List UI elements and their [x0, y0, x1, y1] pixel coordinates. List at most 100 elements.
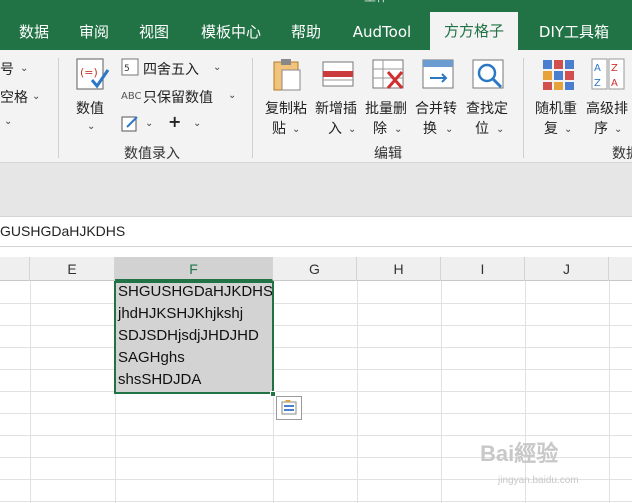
- batch-delete-label: 批量删: [365, 101, 407, 117]
- gridline-h: [0, 501, 632, 502]
- round-icon: 5: [121, 58, 139, 76]
- chevron-down-icon[interactable]: ⌄: [394, 124, 402, 135]
- gridline-h: [0, 325, 632, 326]
- group-separator: [58, 58, 59, 158]
- column-header-e[interactable]: E: [30, 257, 115, 281]
- watermark-text: Bai經验: [480, 441, 559, 466]
- gridline-v: [609, 281, 610, 503]
- quick-analysis-icon: [281, 400, 297, 415]
- title-fragment: 工作: [364, 0, 404, 4]
- column-header-i[interactable]: I: [441, 257, 525, 281]
- find-locate-label: 查找定: [466, 101, 508, 117]
- gridline-h: [0, 391, 632, 392]
- svg-text:(=): (=): [80, 66, 98, 79]
- formula-bar[interactable]: GUSHGDaHJKDHS: [0, 217, 632, 247]
- cell-grid[interactable]: SHGUSHGDaHJKDHS jhdHJKSHJKhjkshj SDJSDHj…: [0, 281, 632, 503]
- svg-text:5: 5: [124, 64, 130, 74]
- tab-diy-toolbox[interactable]: DIY工具箱: [525, 14, 623, 50]
- chevron-down-icon[interactable]: ⌄: [292, 124, 300, 135]
- column-header-f[interactable]: F: [115, 257, 273, 281]
- chevron-down-icon[interactable]: ⌄: [445, 124, 453, 135]
- formula-gap: [0, 247, 632, 257]
- edit-icon[interactable]: [121, 114, 139, 132]
- column-header-h[interactable]: H: [357, 257, 441, 281]
- chevron-down-icon[interactable]: ⌄: [4, 116, 12, 127]
- column-header-g[interactable]: G: [273, 257, 357, 281]
- gridline-h: [0, 303, 632, 304]
- gridline-v: [525, 281, 526, 503]
- add-insert-label-2: 入: [328, 121, 342, 137]
- insert-row-icon: [322, 61, 354, 87]
- gridline-h: [0, 413, 632, 414]
- tab-view[interactable]: 视图: [128, 14, 180, 50]
- ribbon-tab-bar: 工作 数据 审阅 视图 模板中心 帮助 AudTool 方方格子 DIY工具箱: [0, 0, 632, 50]
- number-entry-group-label: 数值录入: [124, 146, 180, 162]
- excel-window: 工作 数据 审阅 视图 模板中心 帮助 AudTool 方方格子 DIY工具箱 …: [0, 0, 632, 503]
- chevron-down-icon[interactable]: ⌄: [32, 91, 40, 102]
- abc-icon: ABC: [121, 91, 142, 102]
- column-header-bar: E F G H I J: [0, 257, 632, 281]
- tab-fangfanggezi[interactable]: 方方格子: [430, 12, 518, 50]
- find-icon: [472, 59, 504, 89]
- chevron-down-icon[interactable]: ⌄: [213, 62, 221, 73]
- tab-template-center[interactable]: 模板中心: [190, 14, 272, 50]
- partial-item-1[interactable]: 号: [0, 59, 14, 79]
- merge-convert-label: 合并转: [415, 101, 457, 117]
- column-header-k-partial[interactable]: [609, 257, 632, 281]
- tab-audtool[interactable]: AudTool: [342, 14, 422, 50]
- number-value-icon: (=): [76, 58, 110, 90]
- gridline-v: [30, 281, 31, 503]
- number-value-label: 数值: [76, 101, 104, 117]
- merge-convert-label-2: 换: [423, 121, 437, 137]
- svg-text:Z: Z: [611, 63, 618, 74]
- partial-item-2[interactable]: 空格: [0, 87, 28, 107]
- gridline-v: [441, 281, 442, 503]
- keep-values-button[interactable]: 只保留数值: [143, 87, 213, 107]
- group-separator: [252, 58, 253, 158]
- watermark-url: jingyan.baidu.com: [498, 475, 579, 486]
- formula-bar-content[interactable]: GUSHGDaHJKDHS: [0, 223, 125, 239]
- gridline-h: [0, 369, 632, 370]
- svg-text:A: A: [611, 78, 618, 89]
- chevron-down-icon[interactable]: ⌄: [348, 124, 356, 135]
- copy-paste-label-2: 贴: [272, 121, 286, 137]
- chevron-down-icon[interactable]: ⌄: [87, 121, 95, 132]
- column-header-partial[interactable]: [0, 257, 30, 281]
- gridline-h: [0, 347, 632, 348]
- round-button[interactable]: 四舍五入: [143, 59, 199, 79]
- copy-paste-label: 复制粘: [265, 101, 307, 117]
- merge-convert-icon: [422, 59, 454, 89]
- svg-text:A: A: [594, 63, 601, 74]
- chevron-down-icon[interactable]: ⌄: [496, 124, 504, 135]
- gridline-v: [357, 281, 358, 503]
- ribbon-collapsed-area: [0, 163, 632, 217]
- chevron-down-icon[interactable]: ⌄: [193, 118, 201, 129]
- edit-group-label: 编辑: [374, 146, 402, 162]
- tab-data[interactable]: 数据: [8, 14, 60, 50]
- chevron-down-icon[interactable]: ⌄: [145, 118, 153, 129]
- group-separator: [523, 58, 524, 158]
- clipboard-icon: [273, 59, 301, 91]
- svg-text:Z: Z: [594, 78, 601, 89]
- chevron-down-icon[interactable]: ⌄: [564, 124, 572, 135]
- advanced-sort-label: 高级排: [586, 101, 628, 117]
- data-group-label: 数据: [612, 146, 632, 162]
- chevron-down-icon[interactable]: ⌄: [614, 124, 622, 135]
- advanced-sort-label-2: 序: [594, 121, 608, 137]
- sort-az-icon: A Z Z A: [591, 58, 625, 90]
- delete-grid-icon: [372, 59, 404, 89]
- chevron-down-icon[interactable]: ⌄: [228, 90, 236, 101]
- quick-analysis-button[interactable]: [276, 396, 302, 420]
- tab-review[interactable]: 审阅: [68, 14, 120, 50]
- plus-icon[interactable]: +: [168, 112, 181, 131]
- random-icon: [543, 60, 574, 90]
- column-header-j[interactable]: J: [525, 257, 609, 281]
- batch-delete-label-2: 除: [373, 121, 387, 137]
- ribbon: 号 ⌄ 空格 ⌄ ⌄ (=) 数值 ⌄ 5 四舍五入 ⌄ ABC 只保留数值 ⌄: [0, 50, 632, 163]
- random-repeat-label-2: 复: [544, 121, 558, 137]
- chevron-down-icon[interactable]: ⌄: [20, 63, 28, 74]
- add-insert-label: 新增插: [315, 101, 357, 117]
- selection-border: [114, 281, 274, 394]
- tab-help[interactable]: 帮助: [280, 14, 332, 50]
- random-repeat-label: 随机重: [535, 101, 577, 117]
